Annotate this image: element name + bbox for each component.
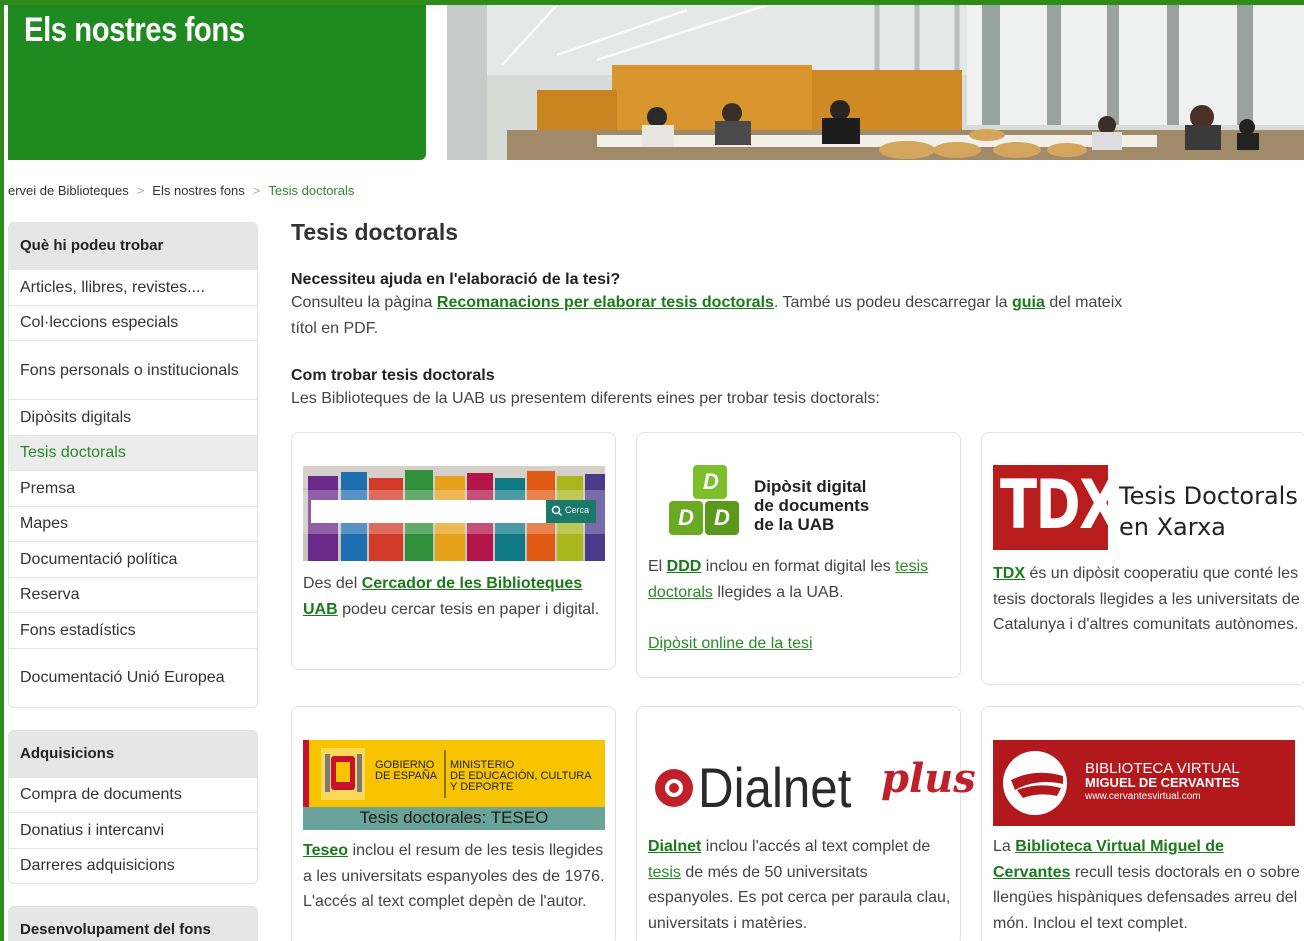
tdx-logo-text: Tesis Doctorals en Xarxa (1119, 481, 1298, 543)
breadcrumb-item-library-service[interactable]: ervei de Biblioteques (8, 183, 129, 198)
link-teseo[interactable]: Teseo (303, 842, 348, 859)
sidebar-item-purchase-documents[interactable]: Compra de documents (9, 776, 257, 813)
ddd-logo-letter: D (678, 505, 694, 530)
teseo-gov-text: GOBIERNO DE ESPAÑA (375, 760, 437, 782)
breadcrumb-item-our-collections[interactable]: Els nostres fons (152, 183, 245, 198)
sidebar-item-personal-funds[interactable]: Fons personals o institucionals (9, 340, 257, 399)
teseo-logo: GOBIERNO DE ESPAÑA MINISTERIO DE EDUCACI… (303, 740, 605, 830)
sidebar-item-articles[interactable]: Articles, llibres, revistes.... (9, 269, 257, 305)
cervantes-logo-line: BIBLIOTECA VIRTUAL (1085, 760, 1240, 777)
banner-title: Els nostres fons (24, 11, 245, 49)
sidebar-item-latest-acquisitions[interactable]: Darreres adquisicions (9, 847, 257, 884)
sidebar-item-political-documentation[interactable]: Documentació política (9, 541, 257, 577)
tdx-logo-line: Tesis Doctorals (1119, 482, 1298, 510)
cercador-text-part: Des del (303, 575, 362, 592)
help-paragraph: Consulteu la pàgina Recomanacions per el… (291, 290, 1141, 342)
sidebar-item-reserve[interactable]: Reserva (9, 576, 257, 613)
card-cervantes: BIBLIOTECA VIRTUAL MIGUEL DE CERVANTES w… (981, 706, 1304, 941)
link-tdx[interactable]: TDX (993, 565, 1025, 582)
sidebar-item-statistical-funds[interactable]: Fons estadístics (9, 612, 257, 648)
teseo-gov-line: DE ESPAÑA (375, 770, 438, 782)
ddd-text-part: inclou en format digital les (701, 558, 896, 575)
dialnet-logo-word: Dialnet (698, 756, 852, 819)
help-text: Consulteu la pàgina (291, 294, 437, 311)
tdx-logo-line: en Xarxa (1119, 513, 1226, 541)
cervantes-text: La Biblioteca Virtual Miguel de Cervante… (993, 834, 1303, 936)
ddd-text-part: llegides a la UAB. (712, 583, 844, 601)
card-teseo: GOBIERNO DE ESPAÑA MINISTERIO DE EDUCACI… (291, 706, 616, 941)
link-dialnet-tesis[interactable]: tesis (648, 864, 681, 881)
sidebar: Què hi podeu trobar Articles, llibres, r… (8, 222, 258, 941)
breadcrumb: ervei de Biblioteques > Els nostres fons > T… (8, 183, 354, 198)
tdx-text-part: és un dipòsit cooperatiu que conté les t… (993, 565, 1300, 633)
cervantes-text-part: La (993, 838, 1016, 855)
link-ddd[interactable]: DDD (667, 558, 702, 575)
find-heading: Com trobar tesis doctorals (291, 367, 495, 384)
sidebar-item-maps[interactable]: Mapes (9, 505, 257, 542)
sidebar-heading: Desenvolupament del fons (9, 907, 257, 941)
card-cercador: Cerca Des del Cercador de les Bibliotequ… (291, 432, 616, 670)
breadcrumb-separator: > (252, 183, 261, 198)
cervantes-logo-text: BIBLIOTECA VIRTUAL MIGUEL DE CERVANTES w… (1085, 760, 1240, 804)
ddd-logo-letter: D (714, 505, 730, 530)
cervantes-logo-line: www.cervantesvirtual.com (1085, 791, 1201, 802)
card-ddd: D D D Dipòsit digital de documents de la… (636, 432, 961, 678)
tdx-logo-mark-text: TDX (1000, 466, 1121, 545)
help-heading: Necessiteu ajuda en l'elaboració de la t… (291, 271, 621, 288)
tdx-logo-mark: TDX (993, 465, 1121, 550)
books-search-image: Cerca (303, 466, 605, 561)
dialnet-plus-logo: Dialnet plus (653, 755, 976, 821)
help-text: . També us podeu descarregar la (773, 294, 1012, 311)
cercador-text-part: podeu cercar tesis en paper i digital. (337, 600, 600, 618)
link-recommendations[interactable]: Recomanacions per elaborar tesis doctora… (437, 294, 774, 311)
teseo-ministry-line: Y DEPORTE (450, 781, 514, 793)
ddd-logo-line: Dipòsit digital (754, 477, 867, 496)
teseo-text-part: inclou el resum de les tesis llegides a … (303, 842, 605, 910)
sidebar-item-digital-repositories[interactable]: Dipòsits digitals (9, 399, 257, 435)
ddd-text-part: El (648, 558, 667, 575)
frame-left (0, 0, 4, 941)
card-dialnet: Dialnet plus Dialnet inclou l'accés al t… (636, 706, 976, 941)
breadcrumb-item-current: Tesis doctorals (268, 183, 355, 198)
sidebar-item-special-collections[interactable]: Col·leccions especials (9, 304, 257, 341)
dialnet-text: Dialnet inclou l'accés al text complet d… (648, 834, 953, 936)
sidebar-item-donations[interactable]: Donatius i intercanvi (9, 812, 257, 848)
ddd-logo-line: de documents (754, 496, 870, 515)
sidebar-heading: Què hi podeu trobar (9, 223, 257, 269)
cervantes-logo-line: MIGUEL DE CERVANTES (1085, 775, 1240, 790)
sidebar-section-what-you-find: Què hi podeu trobar Articles, llibres, r… (8, 222, 258, 708)
ddd-logo-text: Dipòsit digital de documents de la UAB (754, 477, 869, 534)
sidebar-item-press[interactable]: Premsa (9, 470, 257, 506)
cervantes-logo: BIBLIOTECA VIRTUAL MIGUEL DE CERVANTES w… (993, 740, 1295, 826)
link-dialnet[interactable]: Dialnet (648, 838, 701, 855)
ddd-logo-line: de la UAB (754, 515, 835, 534)
sidebar-heading: Adquisicions (9, 730, 257, 777)
teseo-text: Teseo inclou el resum de les tesis llegi… (303, 838, 608, 915)
dialnet-logo-plus: plus (881, 755, 976, 802)
cercador-text: Des del Cercador de les Biblioteques UAB… (303, 571, 608, 622)
banner-title-box: Els nostres fons (8, 5, 426, 160)
card-tdx: TDX Tesis Doctorals en Xarxa TDX és un d… (981, 432, 1304, 685)
dialnet-text-part: inclou l'accés al text complet de (701, 838, 931, 855)
tdx-text: TDX és un dipòsit cooperatiu que conté l… (993, 561, 1301, 638)
breadcrumb-separator: > (136, 183, 145, 198)
dialnet-text-part: de més de 50 universitats espanyoles. Es… (648, 863, 951, 932)
teseo-ministry-text: MINISTERIO DE EDUCACIÓN, CULTURA Y DEPOR… (450, 760, 592, 793)
find-paragraph: Les Biblioteques de la UAB us presentem … (291, 390, 880, 407)
sidebar-item-eu-documentation[interactable]: Documentació Unió Europea (9, 647, 257, 707)
page-title: Tesis doctorals (291, 219, 459, 245)
sidebar-section-acquisitions: Adquisicions Compra de documents Donatiu… (8, 729, 258, 884)
sidebar-item-doctoral-theses[interactable]: Tesis doctorals (9, 434, 257, 470)
ddd-cubes-logo: D D D (663, 463, 753, 545)
sidebar-section-collection-development: Desenvolupament del fons (8, 906, 258, 941)
link-online-deposit[interactable]: Dipòsit online de la tesi (648, 631, 813, 657)
link-guide[interactable]: guia (1012, 294, 1045, 311)
ddd-logo-letter: D (703, 469, 719, 494)
banner-reading-room-photo (447, 5, 1304, 160)
search-button-label[interactable]: Cerca (565, 505, 589, 515)
ddd-text: El DDD inclou en format digital les tesi… (648, 554, 953, 605)
teseo-caption: Tesis doctorales: TESEO (359, 808, 549, 827)
main-content: Tesis doctorals Necessiteu ajuda en l'el… (291, 218, 1301, 412)
